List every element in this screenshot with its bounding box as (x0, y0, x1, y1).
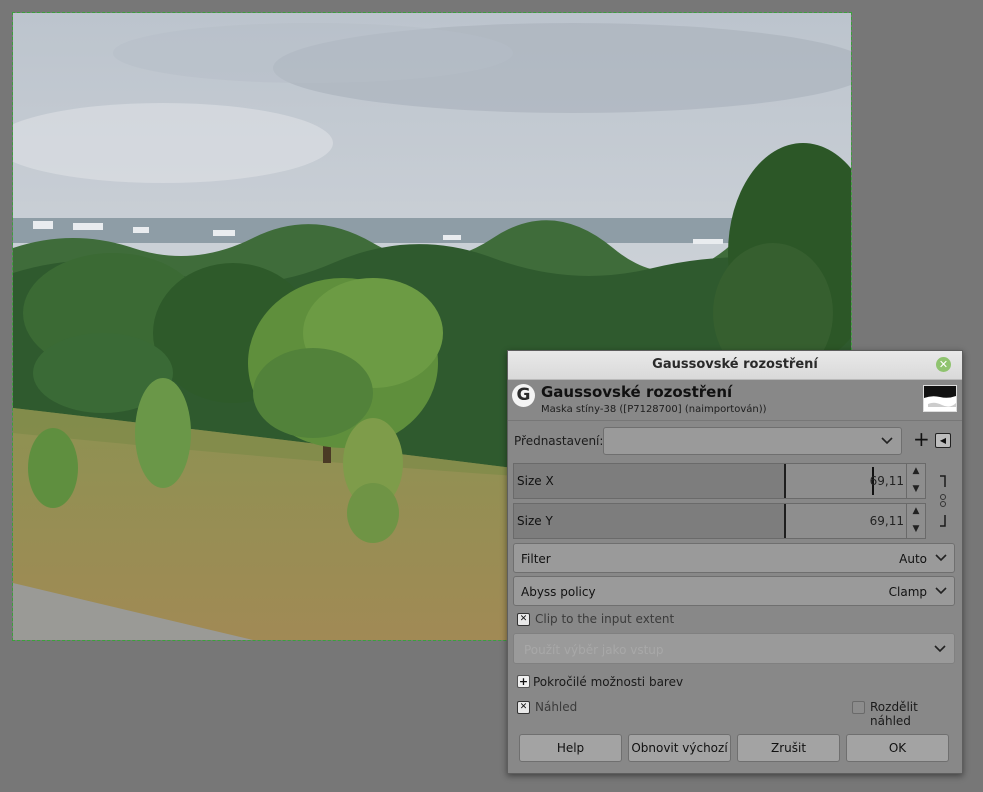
chevron-down-icon (934, 644, 946, 652)
operation-header: G Gaussovské rozostření Maska stíny-38 (… (508, 380, 962, 421)
clip-label[interactable]: Clip to the input extent (535, 612, 674, 626)
size-y-label: Size Y (517, 514, 553, 528)
size-x-label: Size X (517, 474, 554, 488)
close-icon[interactable]: ✕ (936, 357, 951, 372)
chevron-down-icon (935, 587, 947, 595)
split-preview-checkbox[interactable] (852, 701, 865, 714)
clip-checkbox[interactable]: ✕ (517, 613, 530, 626)
preview-label[interactable]: Náhled (535, 700, 577, 714)
chevron-down-icon (935, 554, 947, 562)
chevron-down-icon[interactable]: ▼ (907, 484, 925, 494)
plus-icon[interactable]: + (913, 429, 930, 449)
advanced-color-options[interactable]: Pokročilé možnosti barev (533, 675, 683, 689)
size-x-value[interactable]: 69,11 (870, 474, 904, 488)
size-y-fill (514, 504, 786, 538)
size-x-fill (514, 464, 786, 498)
window-title: Gaussovské rozostření (652, 357, 818, 372)
split-preview-label[interactable]: Rozdělit náhled (870, 700, 962, 728)
filter-label: Filter (521, 552, 551, 566)
help-button[interactable]: Help (519, 734, 622, 762)
size-x-spinscale[interactable]: Size X 69,11 ▲ ▼ (513, 463, 926, 499)
abyss-policy-dropdown[interactable]: Abyss policy Clamp (513, 576, 955, 606)
chevron-down-icon (881, 437, 893, 445)
chevron-up-icon[interactable]: ▲ (907, 506, 925, 516)
chevron-down-icon[interactable]: ▼ (907, 524, 925, 534)
size-y-spinscale[interactable]: Size Y 69,11 ▲ ▼ (513, 503, 926, 539)
reset-button[interactable]: Obnovit výchozí (628, 734, 731, 762)
operation-title: Gaussovské rozostření (541, 383, 733, 401)
presets-dropdown[interactable] (603, 427, 902, 455)
preview-checkbox[interactable]: ✕ (517, 701, 530, 714)
cancel-button[interactable]: Zrušit (737, 734, 840, 762)
presets-label: Přednastavení: (514, 434, 604, 448)
filter-dropdown[interactable]: Filter Auto (513, 543, 955, 573)
size-x-stepper[interactable]: ▲ ▼ (906, 464, 925, 498)
filter-value: Auto (899, 552, 927, 566)
chevron-up-icon[interactable]: ▲ (907, 466, 925, 476)
abyss-value: Clamp (888, 585, 927, 599)
size-y-value[interactable]: 69,11 (870, 514, 904, 528)
input-selection-dropdown[interactable]: Použít výběr jako vstup (513, 633, 955, 664)
size-y-stepper[interactable]: ▲ ▼ (906, 504, 925, 538)
menu-left-icon[interactable]: ◀ (935, 433, 951, 448)
abyss-label: Abyss policy (521, 585, 596, 599)
input-placeholder: Použít výběr jako vstup (524, 643, 664, 657)
gegl-logo-icon: G (512, 384, 535, 407)
gaussian-blur-dialog: Gaussovské rozostření ✕ G Gaussovské roz… (507, 350, 963, 774)
ok-button[interactable]: OK (846, 734, 949, 762)
layer-info: Maska stíny-38 ([P7128700] (naimportován… (541, 404, 767, 415)
plus-icon[interactable]: + (517, 675, 530, 688)
chain-link-icon[interactable] (938, 475, 948, 527)
layer-thumbnail (923, 385, 957, 412)
dialog-titlebar[interactable]: Gaussovské rozostření ✕ (508, 351, 962, 380)
